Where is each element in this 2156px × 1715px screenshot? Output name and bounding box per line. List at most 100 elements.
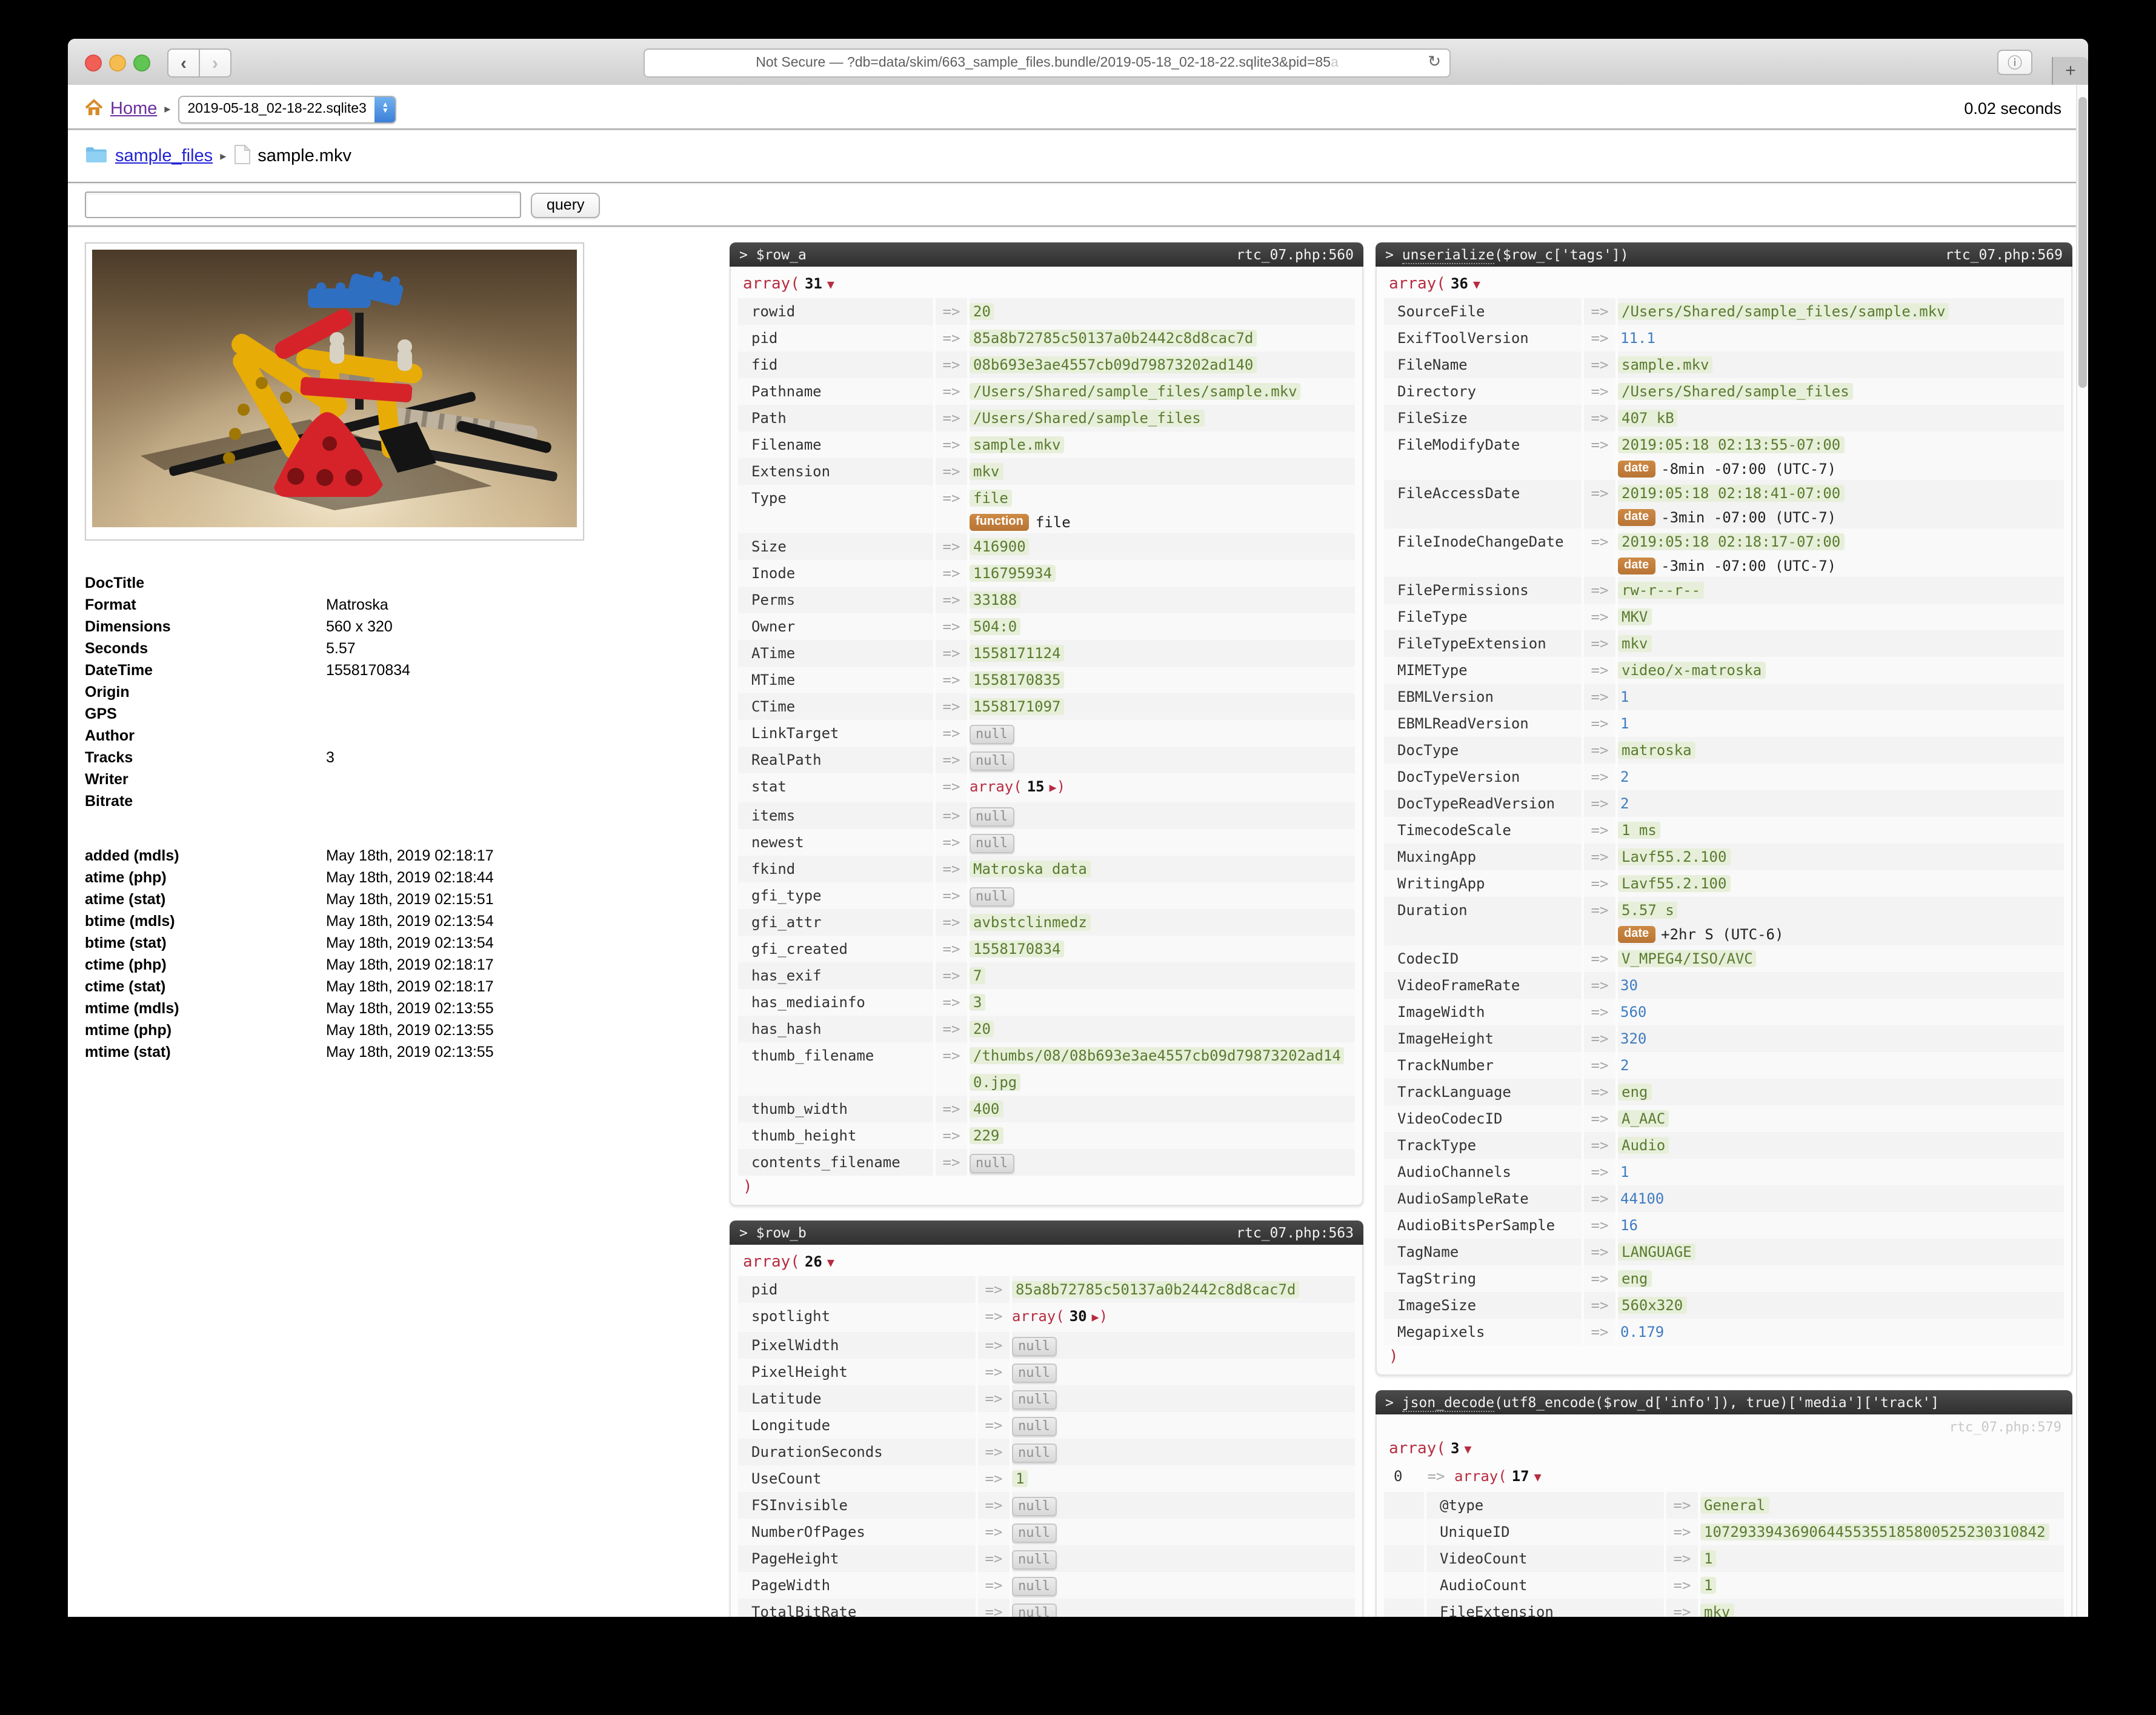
kv-key: WritingApp — [1384, 870, 1584, 897]
kv-value-wrap: rw-r--r-- — [1618, 577, 2057, 604]
kv-key: NumberOfPages — [738, 1519, 978, 1545]
kv-row: TotalBitRate=>null — [738, 1599, 1355, 1617]
kv-key: FileAccessDate — [1384, 480, 1584, 528]
kv-arrow: => — [1584, 764, 1618, 790]
kv-value: /Users/Shared/sample_files — [970, 410, 1205, 427]
array-open: array(36▼ — [1389, 275, 1480, 293]
query-button[interactable]: query — [531, 192, 601, 218]
scrollbar-thumb[interactable] — [2078, 97, 2087, 388]
kv-arrow: => — [1584, 1052, 1618, 1079]
kv-value: 16 — [1618, 1217, 1640, 1234]
collapse-triangle-icon[interactable]: ▼ — [1464, 1444, 1471, 1457]
kv-key: pid — [738, 1276, 978, 1303]
kv-arrow: => — [1584, 897, 1618, 945]
page-info-button[interactable]: ⓘ — [1997, 50, 2032, 75]
kv-row: ImageWidth=>560 — [1384, 999, 2064, 1025]
kv-value-wrap: 5.57 sdate+2hr S (UTC-6) — [1618, 897, 2057, 945]
collapse-triangle-icon[interactable]: ▼ — [1534, 1471, 1542, 1485]
kv-value-wrap: mkv — [1700, 1599, 2057, 1617]
zoom-window-button[interactable] — [133, 55, 150, 72]
kv-arrow: => — [978, 1572, 1012, 1599]
kv-key: stat — [738, 773, 936, 802]
query-input[interactable] — [85, 191, 521, 218]
kv-arrow: => — [936, 298, 970, 325]
collapse-triangle-icon[interactable]: ▼ — [1473, 279, 1480, 292]
kv-key: MIMEType — [1384, 657, 1584, 684]
kv-key: LinkTarget — [738, 720, 936, 747]
kv-value: 0.179 — [1618, 1324, 1666, 1340]
kv-value: eng — [1618, 1084, 1651, 1101]
kv-row: fkind=>Matroska data — [738, 856, 1355, 882]
panel-title-function[interactable]: json_decode — [1402, 1394, 1494, 1412]
kv-key: TrackLanguage — [1384, 1079, 1584, 1105]
kv-row: Filename=>sample.mkv — [738, 431, 1355, 458]
meta-row: btime (mdls)May 18th, 2019 02:13:54 — [85, 910, 599, 932]
kv-value: /thumbs/08/08b693e3ae4557cb09d79873202ad… — [970, 1047, 1345, 1091]
collapse-triangle-icon[interactable]: ▼ — [827, 279, 834, 292]
kv-row: FileModifyDate=>2019:05:18 02:13:55-07:0… — [1384, 431, 2064, 480]
kv-arrow: => — [1584, 870, 1618, 897]
kv-row: MTime=>1558170835 — [738, 667, 1355, 693]
new-tab-button[interactable]: + — [2052, 57, 2088, 85]
kv-value: Lavf55.2.100 — [1618, 848, 1730, 865]
kv-arrow: => — [1584, 378, 1618, 405]
array-collapsed: array(30▶) — [1012, 1308, 1108, 1325]
kv-value-wrap: 2019:05:18 02:13:55-07:00date-8min -07:0… — [1618, 431, 2057, 480]
kv-arrow: => — [936, 405, 970, 431]
forward-button[interactable]: › — [200, 48, 231, 78]
panel-title-function[interactable]: unserialize — [1402, 246, 1494, 264]
kv-arrow: => — [936, 640, 970, 667]
panel-source-ref: rtc_07.php:569 — [1945, 246, 2063, 263]
kv-row: MIMEType=>video/x-matroska — [1384, 657, 2064, 684]
meta-row: atime (php)May 18th, 2019 02:18:44 — [85, 867, 599, 888]
kv-value: 85a8b72785c50137a0b2442c8d8cac7d — [970, 330, 1257, 347]
column-middle: > $row_artc_07.php:560array(31▼rowid=>20… — [730, 242, 1363, 1617]
minimize-window-button[interactable] — [109, 55, 126, 72]
select-stepper-icon: ▲▼ — [375, 96, 396, 122]
kv-arrow: => — [1584, 1212, 1618, 1239]
close-window-button[interactable] — [85, 55, 102, 72]
expand-triangle-icon[interactable]: ▶ — [1092, 1311, 1099, 1325]
kv-value: 1 — [1700, 1550, 1716, 1567]
kv-row: NumberOfPages=>null — [738, 1519, 1355, 1545]
kv-row: Latitude=>null — [738, 1385, 1355, 1412]
meta-label: ctime (php) — [85, 954, 326, 976]
url-field[interactable]: Not Secure — ?db=data/skim/663_sample_fi… — [644, 48, 1451, 78]
kv-arrow: => — [936, 1149, 970, 1176]
kv-value: 229 — [970, 1127, 1003, 1144]
back-button[interactable]: ‹ — [167, 48, 200, 78]
kv-value-wrap: 7 — [970, 962, 1348, 989]
null-badge: null — [1012, 1390, 1056, 1410]
kv-key: FileName — [1384, 351, 1584, 378]
meta-row: DocTitle — [85, 572, 599, 594]
kv-value: file — [970, 490, 1012, 507]
kv-arrow: => — [936, 747, 970, 773]
meta-label: GPS — [85, 703, 326, 725]
kv-arrow: => — [936, 587, 970, 613]
kv-value: eng — [1618, 1270, 1651, 1287]
kv-value-wrap: null — [1012, 1332, 1348, 1359]
parent-folder-link[interactable]: sample_files — [115, 147, 213, 166]
kv-key: ImageHeight — [1384, 1025, 1584, 1052]
kv-value-wrap: 1558170834 — [970, 936, 1348, 962]
breadcrumb-file: sample_files ▸ sample.mkv — [85, 136, 351, 177]
kv-arrow: => — [978, 1385, 1012, 1412]
kv-row: Megapixels=>0.179 — [1384, 1319, 2064, 1345]
kv-value: mkv — [1700, 1603, 1734, 1617]
video-thumbnail[interactable] — [92, 250, 577, 527]
reload-icon[interactable]: ↻ — [1428, 52, 1441, 72]
kv-row: ExifToolVersion=>11.1 — [1384, 325, 2064, 351]
collapse-triangle-icon[interactable]: ▼ — [827, 1257, 834, 1270]
expand-triangle-icon[interactable]: ▶ — [1050, 782, 1057, 795]
kv-row: VideoFrameRate=>30 — [1384, 972, 2064, 999]
kv-key: contents_filename — [738, 1149, 936, 1176]
kv-value: 2019:05:18 02:18:41-07:00 — [1618, 485, 1844, 502]
home-link[interactable]: Home — [110, 99, 157, 119]
kv-key: @type — [1426, 1492, 1666, 1519]
kv-arrow: => — [1584, 1132, 1618, 1159]
kv-arrow: => — [936, 829, 970, 856]
db-select[interactable]: 2019-05-18_02-18-22.sqlite3 ▲▼ — [178, 95, 396, 123]
function-name[interactable]: file — [1036, 511, 1071, 533]
kv-arrow: => — [1584, 604, 1618, 630]
meta-row: Origin — [85, 681, 599, 703]
